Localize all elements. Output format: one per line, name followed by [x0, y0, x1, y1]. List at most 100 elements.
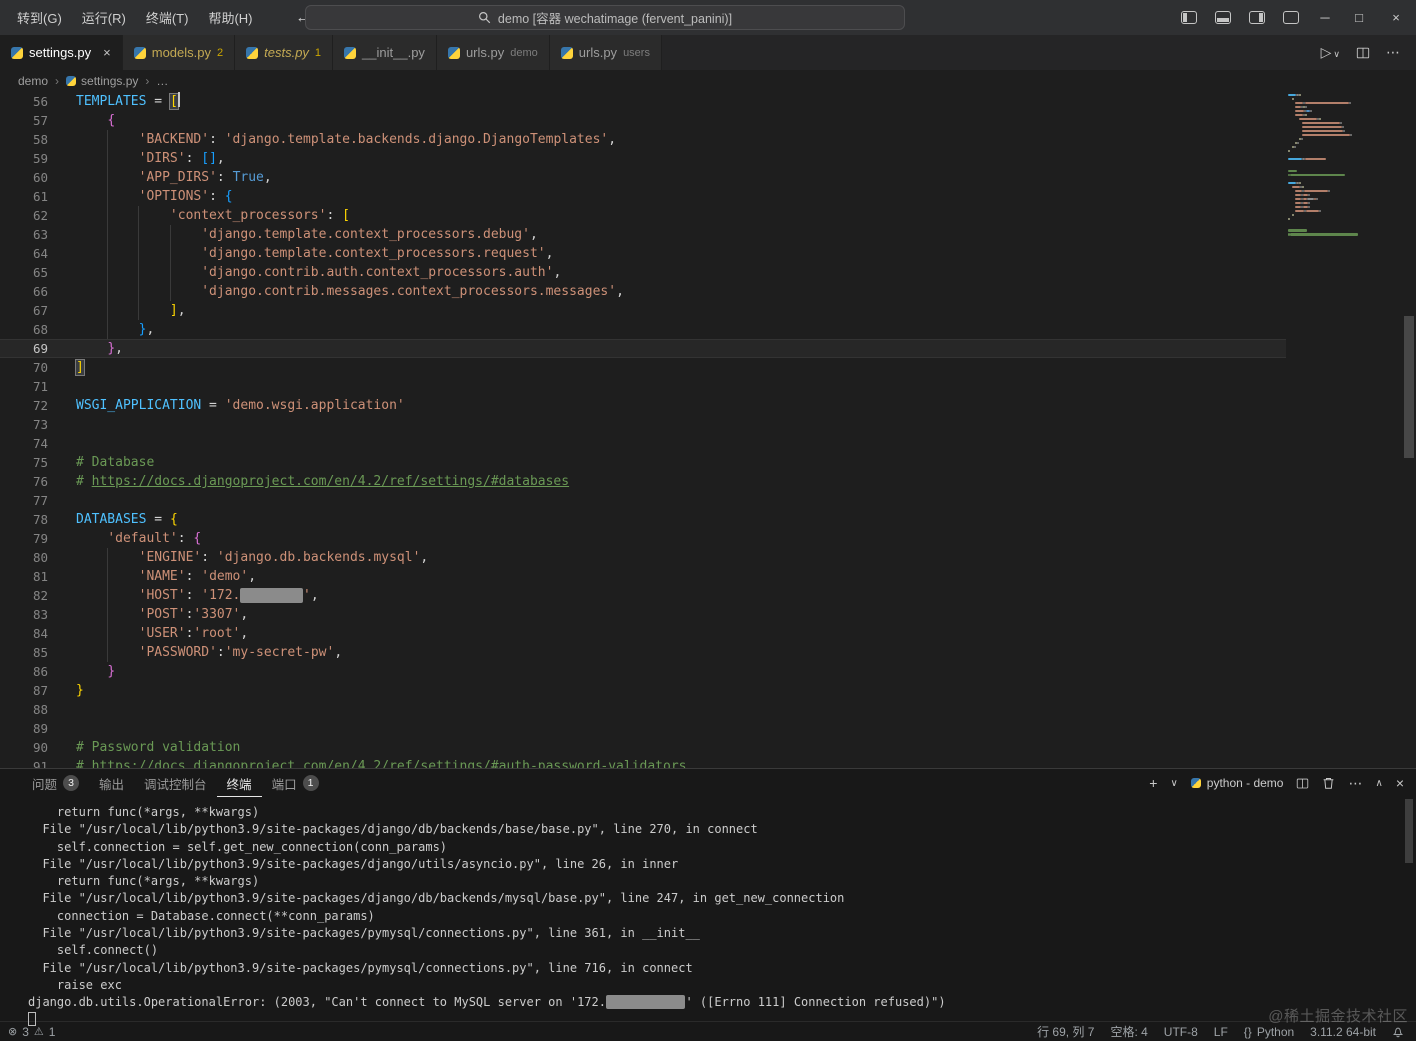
panel-tab-问题[interactable]: 问题 3	[22, 769, 89, 797]
code-line[interactable]: 86 }	[0, 662, 1286, 681]
terminal-scrollbar-thumb[interactable]	[1405, 799, 1413, 863]
code-line[interactable]: 89	[0, 719, 1286, 738]
code-line[interactable]: 79 'default': {	[0, 529, 1286, 548]
code-line[interactable]: 87}	[0, 681, 1286, 700]
code-line[interactable]: 88	[0, 700, 1286, 719]
indent-guide	[107, 263, 109, 282]
maximize-button[interactable]: □	[1342, 0, 1376, 35]
code-line[interactable]: 62 'context_processors': [	[0, 206, 1286, 225]
terminal-instance[interactable]: python - demo	[1190, 776, 1283, 790]
line-number: 85	[32, 645, 48, 660]
terminal-scrollbar[interactable]	[1405, 799, 1415, 1019]
code-line[interactable]: 82 'HOST': '172. ',	[0, 586, 1286, 605]
terminal-profile-dropdown-icon[interactable]: ∨	[1170, 778, 1177, 789]
panel-tab-调试控制台[interactable]: 调试控制台	[134, 769, 217, 797]
editor-scrollbar-thumb[interactable]	[1404, 316, 1414, 458]
maximize-panel-icon[interactable]: ∧	[1375, 778, 1382, 789]
code-line[interactable]: 65 'django.contrib.auth.context_processo…	[0, 263, 1286, 282]
code-line[interactable]: 75 # Database	[0, 453, 1286, 472]
code-line[interactable]: 83 'POST':'3307',	[0, 605, 1286, 624]
toggle-panel-icon[interactable]	[1206, 0, 1240, 35]
code-line[interactable]: 63 'django.template.context_processors.d…	[0, 225, 1286, 244]
minimap-line	[1288, 229, 1384, 232]
panel-tab-输出[interactable]: 输出	[89, 769, 134, 797]
menu-item[interactable]: 帮助(H)	[199, 4, 261, 31]
kill-terminal-icon[interactable]	[1322, 776, 1335, 790]
line-number: 65	[32, 265, 48, 280]
menu-item[interactable]: 终端(T)	[137, 4, 198, 31]
code-line[interactable]: 68 },	[0, 320, 1286, 339]
code-line[interactable]: 64 'django.template.context_processors.r…	[0, 244, 1286, 263]
line-number: 82	[32, 588, 48, 603]
code-line[interactable]: 74	[0, 434, 1286, 453]
minimap[interactable]	[1288, 94, 1384, 237]
panel-tab-端口[interactable]: 端口 1	[262, 769, 329, 797]
tab-bar: settings.py × models.py 2 tests.py 1 __init__.…	[0, 35, 1416, 70]
code-line[interactable]: 73	[0, 415, 1286, 434]
code-line[interactable]: 67 ],	[0, 301, 1286, 320]
close-tab-icon[interactable]: ×	[103, 45, 111, 60]
tab-problems-badge: 2	[217, 46, 224, 59]
panel-tab-终端[interactable]: 终端	[217, 769, 262, 797]
split-editor-icon[interactable]	[1356, 46, 1370, 60]
code-line[interactable]: 84 'USER':'root',	[0, 624, 1286, 643]
command-center-search[interactable]: demo [容器 wechatimage (fervent_panini)]	[305, 5, 905, 30]
run-python-file-button[interactable]: ▷ ∨	[1321, 44, 1340, 61]
close-panel-icon[interactable]: ×	[1396, 775, 1404, 791]
code-line[interactable]: 85 'PASSWORD':'my-secret-pw',	[0, 643, 1286, 662]
tab-label: tests.py	[264, 45, 309, 60]
toggle-primary-sidebar-icon[interactable]	[1172, 0, 1206, 35]
code-line-content: }	[107, 664, 116, 679]
code-line[interactable]: 80 'ENGINE': 'django.db.backends.mysql',	[0, 548, 1286, 567]
code-line-content: 'OPTIONS': {	[48, 187, 233, 206]
code-line[interactable]: 57 {	[0, 111, 1286, 130]
tab-models.py[interactable]: models.py 2	[122, 35, 236, 70]
code-line[interactable]: 70]	[0, 358, 1286, 377]
terminal-line: return func(*args, **kwargs)	[28, 805, 260, 819]
toggle-secondary-sidebar-icon[interactable]	[1240, 0, 1274, 35]
line-number: 56	[32, 94, 48, 109]
code-line[interactable]: 58 'BACKEND': 'django.template.backends.…	[0, 130, 1286, 149]
code-line[interactable]: 69 },	[0, 339, 1286, 358]
menu-item[interactable]: 转到(G)	[8, 4, 71, 31]
code-line-content: }	[76, 683, 84, 698]
breadcrumb-item[interactable]: demo	[18, 74, 48, 88]
split-terminal-icon[interactable]	[1296, 777, 1309, 790]
tab-settings.py[interactable]: settings.py ×	[0, 35, 123, 70]
code-line[interactable]: 77	[0, 491, 1286, 510]
editor[interactable]: 56 TEMPLATES = [57 {58 'BACKEND': 'django…	[0, 92, 1416, 768]
code-line[interactable]: 81 'NAME': 'demo',	[0, 567, 1286, 586]
code-line[interactable]: 61 'OPTIONS': {	[0, 187, 1286, 206]
code-line-content: 'APP_DIRS': True,	[48, 168, 272, 187]
terminal-line: File "/usr/local/lib/python3.9/site-pack…	[28, 856, 679, 871]
code-line-content: 'PASSWORD':'my-secret-pw',	[48, 643, 342, 662]
breadcrumb-item[interactable]: settings.py	[66, 74, 138, 88]
code-line[interactable]: 72 WSGI_APPLICATION = 'demo.wsgi.applicat…	[0, 396, 1286, 415]
tab-tests.py[interactable]: tests.py 1	[235, 35, 334, 70]
code-line[interactable]: 66 'django.contrib.messages.context_proc…	[0, 282, 1286, 301]
terminal-output[interactable]: return func(*args, **kwargs) File "/usr/…	[0, 797, 1416, 1029]
code-line-content	[48, 415, 76, 434]
code-line[interactable]: 60 'APP_DIRS': True,	[0, 168, 1286, 187]
tab-urls.py[interactable]: urls.py users	[549, 35, 662, 70]
code-line[interactable]: 59 'DIRS': [],	[0, 149, 1286, 168]
more-actions-icon[interactable]: ⋯	[1386, 44, 1400, 61]
menu-item[interactable]: 运行(R)	[73, 4, 135, 31]
minimize-button[interactable]: ─	[1308, 0, 1342, 35]
panel-more-actions-icon[interactable]: ⋯	[1348, 775, 1362, 792]
tab-__init__.py[interactable]: __init__.py	[333, 35, 437, 70]
code-line[interactable]: 91 # https://docs.djangoproject.com/en/4.…	[0, 757, 1286, 768]
code-line[interactable]: 78 DATABASES = {	[0, 510, 1286, 529]
code-line[interactable]: 76 # https://docs.djangoproject.com/en/4.…	[0, 472, 1286, 491]
new-terminal-icon[interactable]: +	[1149, 775, 1157, 791]
code-line-content: 'django.template.context_processors.requ…	[48, 244, 553, 263]
code-line[interactable]: 56 TEMPLATES = [	[0, 92, 1286, 111]
close-window-button[interactable]: ×	[1376, 0, 1416, 35]
editor-scrollbar[interactable]	[1402, 92, 1416, 768]
code-line[interactable]: 90 # Password validation	[0, 738, 1286, 757]
customize-layout-icon[interactable]	[1274, 0, 1308, 35]
tab-urls.py[interactable]: urls.py demo	[436, 35, 550, 70]
code-line[interactable]: 71	[0, 377, 1286, 396]
indent-guide	[169, 263, 171, 282]
breadcrumb-item[interactable]: …	[156, 74, 168, 88]
